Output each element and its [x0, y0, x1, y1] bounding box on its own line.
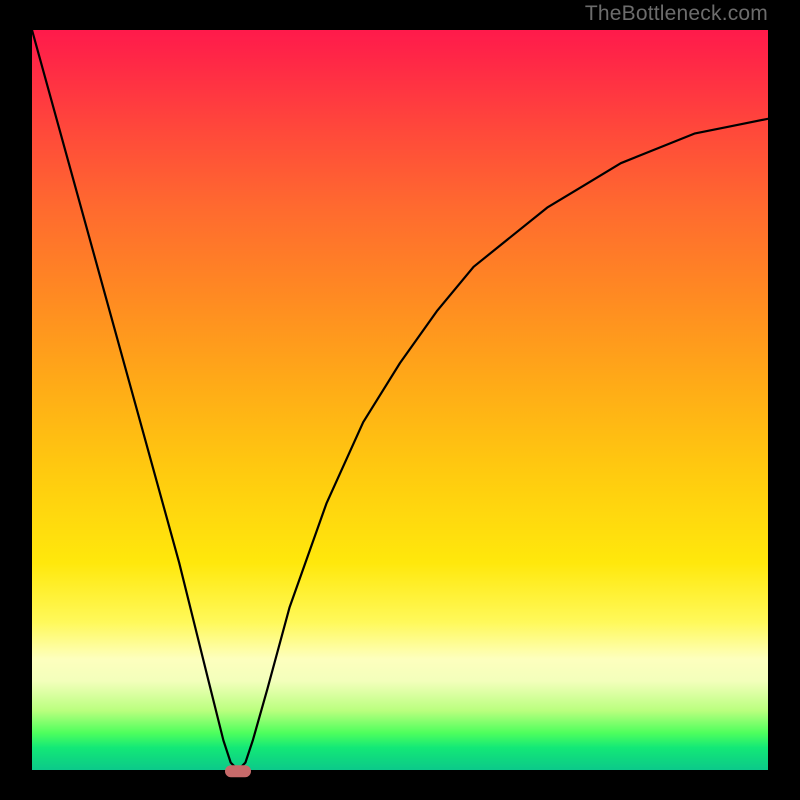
- attribution-text: TheBottleneck.com: [585, 2, 768, 26]
- chart-frame: TheBottleneck.com: [0, 0, 800, 800]
- optimal-point-marker: [225, 765, 251, 777]
- plot-area: [32, 30, 768, 770]
- bottleneck-curve: [32, 30, 768, 770]
